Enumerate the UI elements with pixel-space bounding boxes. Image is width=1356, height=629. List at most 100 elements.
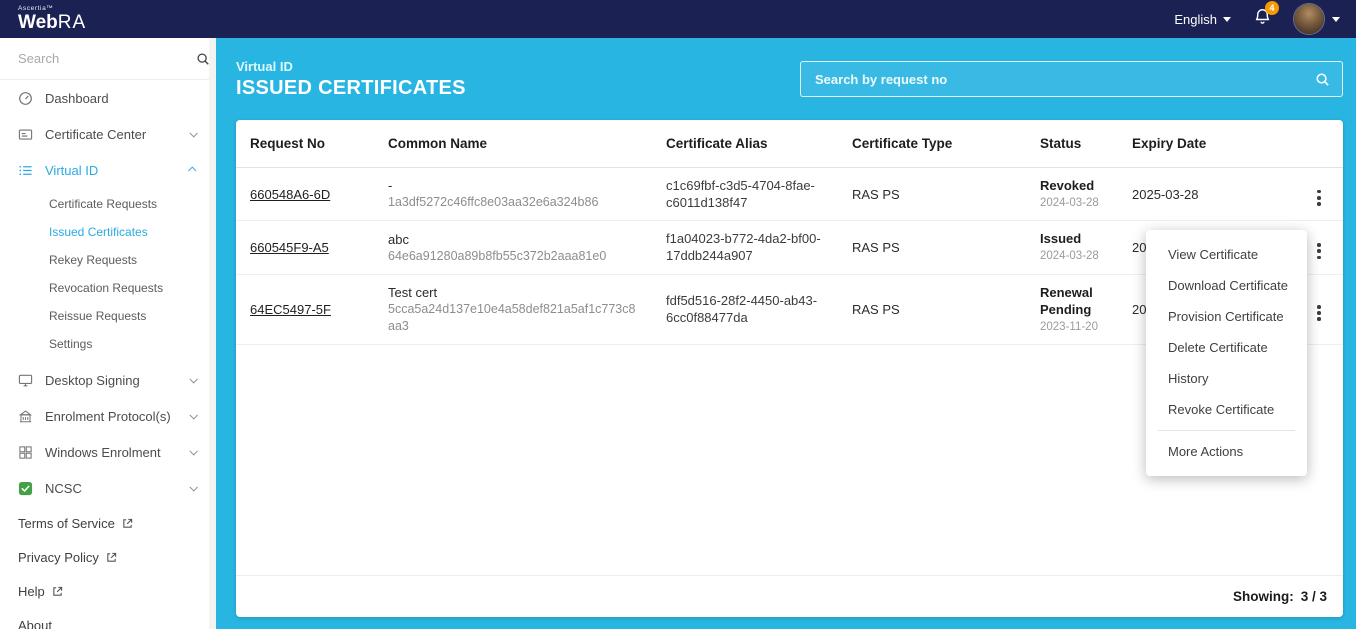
chevron-down-icon: [189, 447, 197, 455]
sidebar-search-input[interactable]: [16, 50, 196, 67]
certificate-alias: c1c69fbf-c3d5-4704-8fae-c6011d138f47: [652, 168, 838, 221]
sidebar-item-label: Certificate Center: [45, 127, 146, 142]
menu-item-more-actions[interactable]: More Actions: [1146, 436, 1307, 467]
common-name-hash: 1a3df5272c46ffc8e03aa32e6a324b86: [388, 194, 642, 211]
sidebar-nav: Dashboard Certificate Center Virtual ID …: [0, 80, 216, 629]
brand-webra: WebRA: [18, 12, 86, 33]
language-label: English: [1174, 12, 1217, 27]
sidebar-item-certificate-center[interactable]: Certificate Center: [0, 116, 216, 152]
row-actions-kebab-icon[interactable]: [1313, 241, 1325, 261]
request-no-link[interactable]: 660545F9-A5: [250, 240, 329, 255]
terms-of-service-link[interactable]: Terms of Service: [0, 506, 216, 540]
table-footer: Showing: 3 / 3: [236, 575, 1343, 617]
sidebar-item-label: NCSC: [45, 481, 82, 496]
chevron-down-icon: [1223, 17, 1231, 22]
page-title: ISSUED CERTIFICATES: [236, 77, 466, 100]
notifications-button[interactable]: 4: [1253, 7, 1272, 31]
dashboard-icon: [18, 91, 34, 106]
certificate-center-icon: [18, 127, 34, 142]
column-header-certificate-type: Certificate Type: [838, 120, 1026, 168]
sidebar-item-settings[interactable]: Settings: [0, 330, 216, 358]
status-text: Renewal Pending: [1040, 284, 1108, 318]
sidebar-item-windows-enrolment[interactable]: Windows Enrolment: [0, 434, 216, 470]
showing-value: 3 / 3: [1301, 589, 1327, 604]
brand-logo[interactable]: Ascertia™ WebRA: [18, 6, 86, 33]
user-menu[interactable]: [1294, 4, 1340, 34]
status-text: Issued: [1040, 230, 1108, 247]
menu-item-view-certificate[interactable]: View Certificate: [1146, 239, 1307, 270]
request-no-link[interactable]: 660548A6-6D: [250, 187, 330, 202]
certificate-alias: f1a04023-b772-4da2-bf00-17ddb244a907: [652, 221, 838, 274]
external-link-icon: [52, 586, 63, 597]
external-link-icon: [106, 552, 117, 563]
avatar: [1294, 4, 1324, 34]
privacy-policy-link[interactable]: Privacy Policy: [0, 540, 216, 574]
notification-badge: 4: [1265, 1, 1279, 15]
sidebar-item-label: Dashboard: [45, 91, 109, 106]
ncsc-icon: [18, 481, 34, 496]
showing-label: Showing:: [1233, 589, 1294, 604]
brand-ascertia: Ascertia™: [18, 6, 86, 13]
chevron-down-icon: [189, 129, 197, 137]
menu-item-delete-certificate[interactable]: Delete Certificate: [1146, 332, 1307, 363]
column-header-expiry-date: Expiry Date: [1118, 120, 1290, 168]
table-header-row: Request No Common Name Certificate Alias…: [236, 120, 1343, 168]
chevron-down-icon: [189, 483, 197, 491]
sidebar-item-rekey-requests[interactable]: Rekey Requests: [0, 246, 216, 274]
request-no-link[interactable]: 64EC5497-5F: [250, 302, 331, 317]
row-actions-kebab-icon[interactable]: [1313, 188, 1325, 208]
row-actions-kebab-icon[interactable]: [1313, 303, 1325, 323]
help-link[interactable]: Help: [0, 574, 216, 608]
row-actions-context-menu: View Certificate Download Certificate Pr…: [1146, 230, 1307, 476]
chevron-down-icon: [189, 375, 197, 383]
certificate-type: RAS PS: [838, 168, 1026, 221]
sidebar-item-desktop-signing[interactable]: Desktop Signing: [0, 362, 216, 398]
common-name-hash: 5cca5a24d137e10e4a58def821a5af1c773c8aa3: [388, 301, 642, 334]
status-date: 2024-03-28: [1040, 249, 1108, 264]
column-header-certificate-alias: Certificate Alias: [652, 120, 838, 168]
status-date: 2024-03-28: [1040, 196, 1108, 211]
sidebar-item-label: Virtual ID: [45, 163, 98, 178]
sidebar: Dashboard Certificate Center Virtual ID …: [0, 38, 216, 629]
menu-item-revoke-certificate[interactable]: Revoke Certificate: [1146, 394, 1307, 425]
search-icon[interactable]: [196, 52, 210, 66]
sidebar-item-virtual-id[interactable]: Virtual ID: [0, 152, 216, 188]
common-name-hash: 64e6a91280a89b8fb55c372b2aaa81e0: [388, 248, 642, 265]
sidebar-item-enrolment-protocols[interactable]: Enrolment Protocol(s): [0, 398, 216, 434]
column-header-common-name: Common Name: [374, 120, 652, 168]
sidebar-scrollbar[interactable]: [209, 38, 216, 629]
virtual-id-icon: [18, 163, 34, 178]
virtual-id-submenu: Certificate Requests Issued Certificates…: [0, 188, 216, 362]
column-header-status: Status: [1026, 120, 1118, 168]
chevron-down-icon: [189, 411, 197, 419]
menu-item-download-certificate[interactable]: Download Certificate: [1146, 270, 1307, 301]
status-date: 2023-11-20: [1040, 320, 1108, 335]
sidebar-item-label: Windows Enrolment: [45, 445, 161, 460]
main-content: Virtual ID ISSUED CERTIFICATES Request N…: [216, 38, 1356, 629]
sidebar-item-dashboard[interactable]: Dashboard: [0, 80, 216, 116]
breadcrumb: Virtual ID: [236, 59, 466, 74]
sidebar-item-ncsc[interactable]: NCSC: [0, 470, 216, 506]
about-link[interactable]: About: [0, 608, 216, 629]
column-header-request-no: Request No: [236, 120, 374, 168]
common-name: Test cert: [388, 284, 642, 301]
sidebar-item-certificate-requests[interactable]: Certificate Requests: [0, 190, 216, 218]
request-search-input[interactable]: [813, 71, 1315, 88]
language-selector[interactable]: English: [1174, 12, 1231, 27]
sidebar-item-reissue-requests[interactable]: Reissue Requests: [0, 302, 216, 330]
certificate-type: RAS PS: [838, 221, 1026, 274]
status-text: Revoked: [1040, 177, 1108, 194]
windows-enrolment-icon: [18, 445, 34, 460]
search-icon[interactable]: [1315, 72, 1330, 87]
common-name: abc: [388, 231, 642, 248]
menu-divider: [1158, 430, 1295, 431]
menu-item-provision-certificate[interactable]: Provision Certificate: [1146, 301, 1307, 332]
common-name: -: [388, 177, 642, 194]
menu-item-history[interactable]: History: [1146, 363, 1307, 394]
sidebar-item-issued-certificates[interactable]: Issued Certificates: [0, 218, 216, 246]
certificate-type: RAS PS: [838, 274, 1026, 344]
chevron-down-icon: [1332, 17, 1340, 22]
sidebar-item-label: Enrolment Protocol(s): [45, 409, 171, 424]
sidebar-item-revocation-requests[interactable]: Revocation Requests: [0, 274, 216, 302]
certificate-alias: fdf5d516-28f2-4450-ab43-6cc0f88477da: [652, 274, 838, 344]
